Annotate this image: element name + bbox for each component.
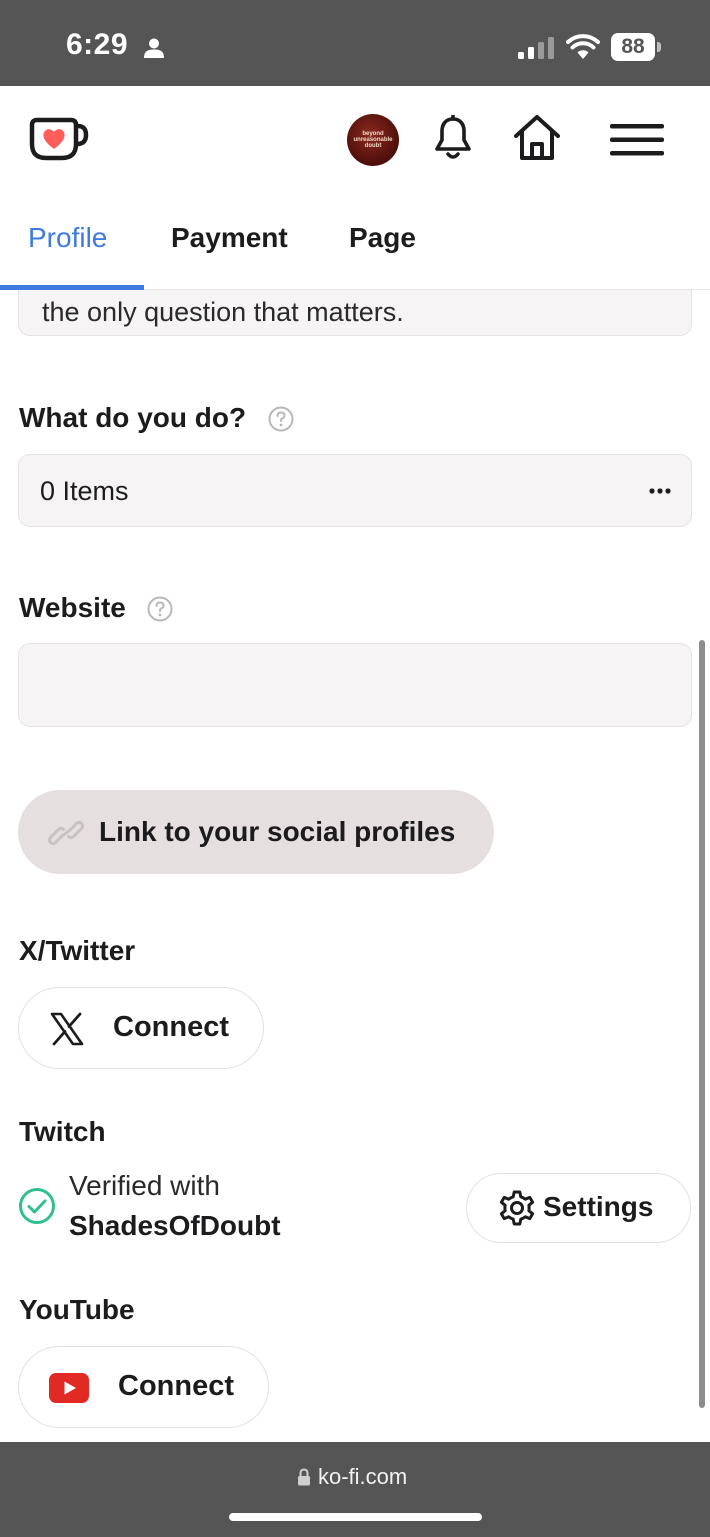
hamburger-menu-icon[interactable] [610,124,664,156]
profile-form: the only question that matters. What do … [0,290,710,1442]
tab-page[interactable]: Page [349,222,416,254]
lock-icon [298,1468,310,1486]
twitch-account-name: ShadesOfDoubt [69,1210,281,1241]
twitch-settings-button[interactable]: Settings [466,1173,691,1243]
status-bar: 6:29 88 [0,0,710,86]
home-icon[interactable] [512,114,562,162]
avatar-text-3: doubt [364,143,382,149]
help-icon[interactable] [268,406,294,432]
items-value: 0 Items [40,476,129,506]
help-icon[interactable] [147,596,173,622]
active-tab-indicator [0,285,144,290]
youtube-connect-label: Connect [118,1370,234,1402]
tab-profile[interactable]: Profile [28,222,107,254]
battery-tip [657,42,661,52]
settings-tabs: Profile Payment Page [0,196,710,290]
twitch-settings-label: Settings [543,1191,654,1222]
bell-icon[interactable] [432,115,474,161]
scrollbar[interactable] [699,640,705,1408]
url-text: ko-fi.com [318,1464,408,1489]
what-do-you-do-select[interactable]: 0 Items [18,454,692,527]
link-social-profiles-label: Link to your social profiles [99,816,456,847]
wifi-icon [566,34,600,59]
verified-check-icon [19,1188,55,1224]
twitch-label: Twitch [19,1116,106,1147]
home-indicator[interactable] [229,1513,482,1521]
gear-icon [499,1190,535,1226]
link-social-profiles-button[interactable]: Link to your social profiles [18,790,494,874]
kofi-logo-icon[interactable] [29,114,89,162]
youtube-connect-button[interactable]: Connect [18,1346,269,1428]
more-options-icon[interactable] [649,487,671,495]
top-nav: beyond unreasonable doubt [0,86,710,196]
what-do-you-do-label: What do you do? [19,402,247,433]
x-logo-icon [50,1012,84,1046]
person-icon [144,38,164,58]
link-icon [48,820,84,846]
browser-url-bar[interactable]: ko-fi.com [0,1442,710,1537]
youtube-label: YouTube [19,1294,135,1325]
website-label: Website [19,592,126,623]
battery-indicator: 88 [611,33,661,61]
bio-textarea[interactable]: the only question that matters. [18,290,692,336]
website-input[interactable] [18,643,692,727]
status-time: 6:29 [66,28,129,61]
battery-level: 88 [611,33,655,61]
tab-payment[interactable]: Payment [171,222,288,254]
twitter-connect-button[interactable]: Connect [18,987,264,1069]
youtube-logo-icon [49,1373,89,1403]
twitch-verified-text: Verified with [69,1170,220,1201]
twitter-label: X/Twitter [19,935,136,966]
bio-text: the only question that matters. [42,297,404,327]
twitter-connect-label: Connect [113,1011,229,1043]
avatar[interactable]: beyond unreasonable doubt [347,114,399,166]
cellular-signal-icon [518,37,554,59]
